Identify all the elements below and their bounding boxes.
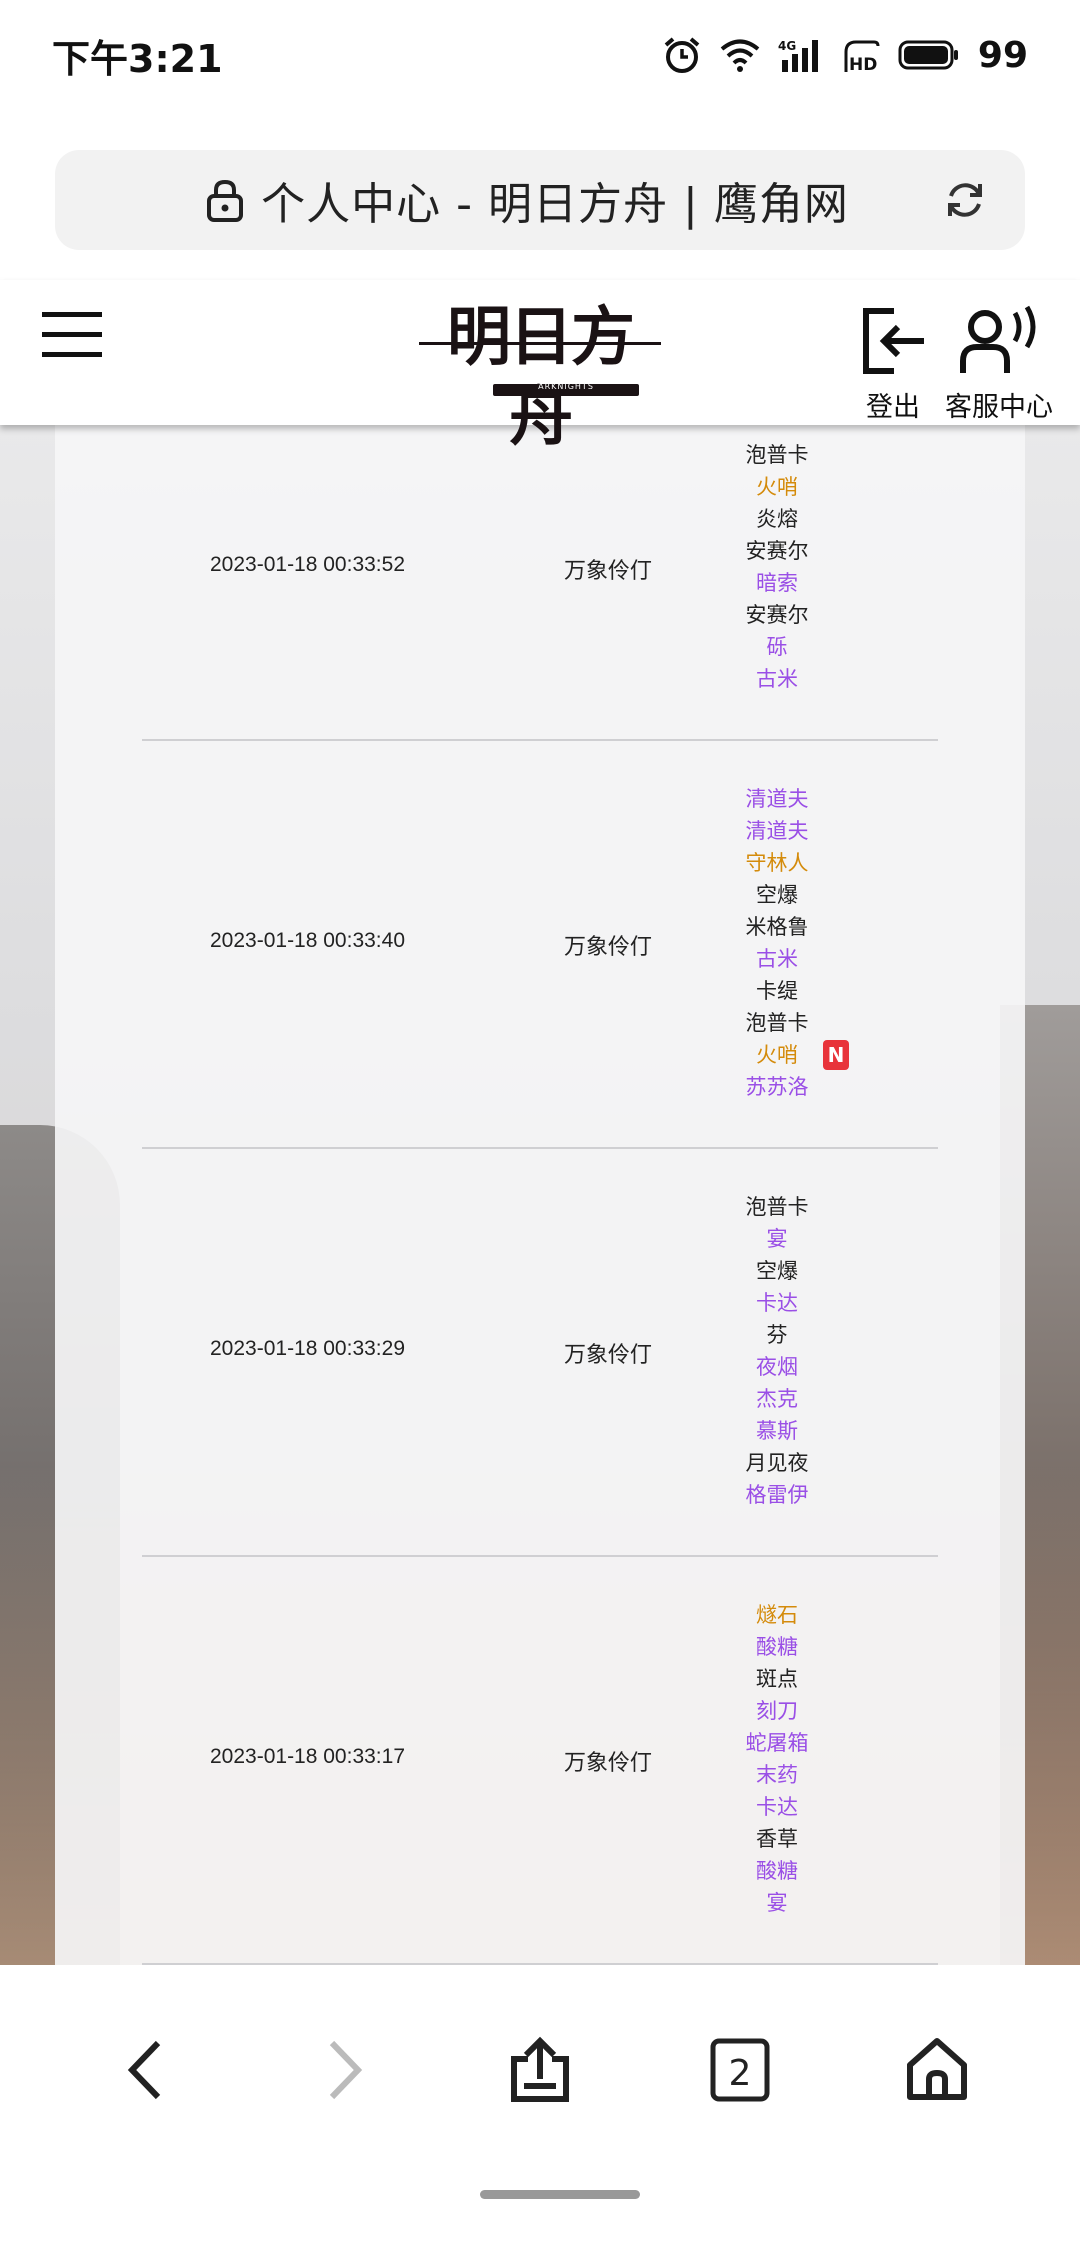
character-name: 蛇屠箱 [745,1731,809,1755]
site-logo[interactable]: 明日方舟 ARKNIGHTS [419,298,661,455]
svg-text:HD: HD [849,55,877,72]
record-character-list: 燧石 酸糖 斑点 刻刀 蛇屠箱 末药 卡达 香草 酸糖宴 [732,1599,822,1919]
customer-service-icon [959,305,1039,381]
share-icon[interactable] [508,2035,572,2109]
character-name: 安赛尔 [745,603,809,627]
character-name: 泡普卡 [745,443,809,467]
character-name: 刻刀 [756,1699,798,1723]
character-name: 酸糖 [756,1635,798,1659]
customer-service-label: 客服中心 [945,392,1053,423]
logout-label: 登出 [866,392,920,423]
record-pool: 万象伶仃 [564,935,653,960]
character-name: 火哨 [756,1043,798,1067]
character-name: 斑点 [756,1667,798,1691]
status-icons: 4G HD 99 [662,35,1028,76]
character-name: 宴 [766,1227,788,1251]
wifi-icon [720,38,760,72]
character-name: 暗索 [756,571,798,595]
character-name: 安赛尔 [745,539,809,563]
character-name: 芬 [766,1323,788,1347]
character-name: 夜烟 [756,1355,798,1379]
character-name: 米格鲁 [745,915,809,939]
svg-text:4G: 4G [778,39,796,53]
menu-icon[interactable] [42,312,102,362]
character-name: 香草 [756,1827,798,1851]
record-divider [142,739,938,741]
content-area: 2023-01-18 00:33:52 万象伶仃 泡普卡 火哨 炎熔 安赛尔 暗索 安赛尔砾古… [0,425,1080,1965]
character-name: 火哨 [756,475,798,499]
forward-button[interactable] [320,2035,370,2109]
alarm-icon [662,35,702,75]
character-name: 空爆 [756,883,798,907]
site-header: 明日方舟 ARKNIGHTS 登出 客服中心 [0,280,1080,455]
browser-bottom-nav: 2 [0,1965,1080,2244]
character-name: 清道夫 [745,787,809,811]
character-name: 燧石 [756,1603,798,1627]
record-time: 2023-01-18 00:33:29 [210,1337,405,1360]
character-name: 卡达 [756,1291,798,1315]
character-name: 宴 [766,1891,788,1915]
character-name: 泡普卡 [745,1011,809,1035]
gacha-records-panel: 2023-01-18 00:33:52 万象伶仃 泡普卡 火哨 炎熔 安赛尔 暗索 安赛尔砾古… [55,425,1025,1965]
character-name: 苏苏洛 [745,1075,809,1099]
character-name: 炎熔 [756,507,798,531]
record-character-list: 泡普卡宴空爆卡达芬夜烟杰克慕斯月见夜格雷伊 [732,1191,822,1511]
record-time: 2023-01-18 00:33:40 [210,929,405,952]
character-name: 卡达 [756,1795,798,1819]
reload-icon[interactable] [943,178,987,226]
logout-button[interactable]: 登出 [858,305,928,424]
character-name: 杰克 [756,1387,798,1411]
record-pool: 万象伶仃 [564,1751,653,1776]
character-name: 古米 [756,947,798,971]
status-time: 下午3:21 [52,36,223,81]
character-name: 砾 [766,635,788,659]
character-name: 末药 [756,1763,798,1787]
tabs-button[interactable]: 2 [708,2035,772,2109]
character-name: 泡普卡 [745,1195,809,1219]
record-divider [142,1147,938,1149]
record-character-list: 泡普卡 火哨 炎熔 安赛尔 暗索 安赛尔砾古米 [732,439,822,695]
tab-count: 2 [729,2053,752,2094]
home-icon[interactable] [905,2035,969,2109]
hd-icon: HD [844,38,880,72]
character-name: 月见夜 [745,1451,809,1475]
character-name: 酸糖 [756,1859,798,1883]
logo-text: 明日方舟 [447,300,635,455]
character-name: 清道夫 [745,819,809,843]
signal-4g-icon: 4G [778,38,826,72]
record-time: 2023-01-18 00:33:52 [210,553,405,576]
battery-icon [898,39,960,71]
record-pool: 万象伶仃 [564,1343,653,1368]
battery-level: 99 [977,34,1028,76]
record-divider [142,1555,938,1557]
new-badge: N [823,1040,849,1070]
home-indicator[interactable] [480,2190,640,2199]
back-button[interactable] [120,2035,170,2109]
record-time: 2023-01-18 00:33:17 [210,1745,405,1768]
record-character-list: 清道夫 清道夫 守林人 空爆 米格鲁 古米 卡缇 泡普卡 火哨 苏苏洛 [732,783,822,1103]
page-title: 个人中心 - 明日方舟 | 鹰角网 [261,179,849,230]
character-name: 空爆 [756,1259,798,1283]
logo-subtitle: ARKNIGHTS [538,382,594,391]
status-bar: 下午3:21 4G HD 99 [0,0,1080,110]
character-name: 守林人 [745,851,809,875]
customer-service-button[interactable]: 客服中心 [945,305,1053,424]
logout-icon [858,305,928,381]
lock-icon [205,178,245,226]
address-bar[interactable]: 个人中心 - 明日方舟 | 鹰角网 [55,150,1025,250]
character-name: 古米 [756,667,798,691]
character-name: 卡缇 [756,979,798,1003]
character-name: 格雷伊 [745,1483,809,1507]
record-pool: 万象伶仃 [564,559,653,584]
character-name: 慕斯 [756,1419,798,1443]
